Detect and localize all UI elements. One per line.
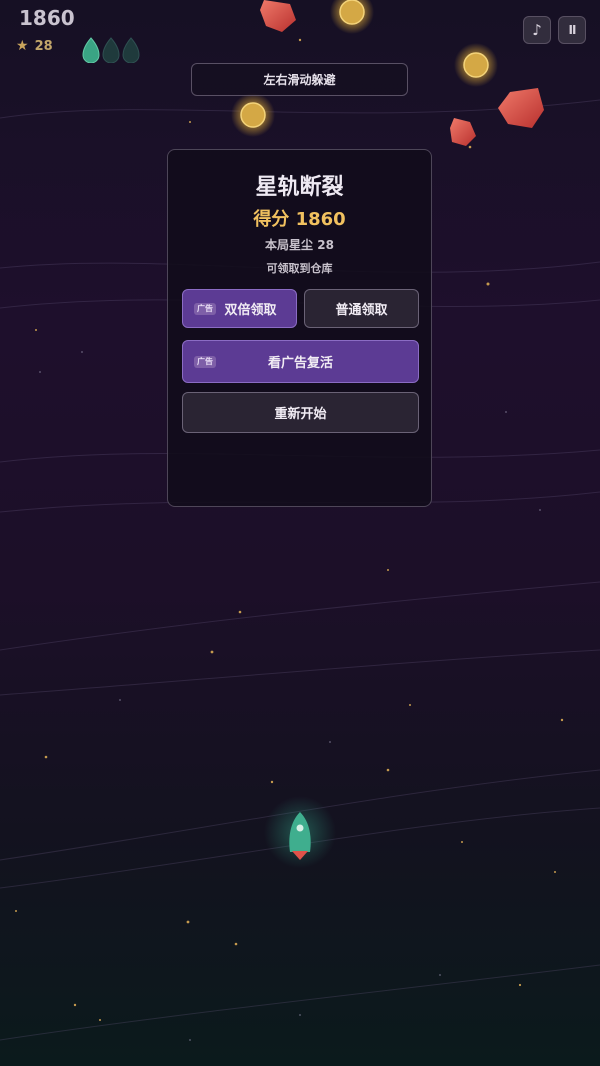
coin-icon [231, 93, 275, 137]
round-stardust: 本局星尘 28 [265, 238, 334, 252]
music-button[interactable]: ♪ [523, 16, 551, 44]
score-display: 1860 [19, 6, 75, 30]
asteroid-icon [498, 88, 544, 128]
asteroid-icon [450, 118, 476, 146]
double-claim-label: 双倍领取 [224, 303, 277, 318]
panel-title: 星轨断裂 [255, 175, 344, 200]
final-score: 得分 1860 [253, 209, 346, 230]
coin-icon [330, 0, 374, 34]
restart-button[interactable]: 重新开始 [182, 392, 419, 433]
player-ship-icon [264, 796, 336, 868]
pause-icon: II [568, 23, 577, 37]
restart-label: 重新开始 [274, 407, 327, 422]
lives-indicator [82, 37, 140, 63]
music-icon: ♪ [532, 21, 542, 39]
normal-claim-button[interactable]: 普通领取 [304, 289, 419, 328]
ad-badge: 广告 [194, 356, 216, 368]
asteroid-icon [260, 0, 296, 32]
ad-badge: 广告 [194, 303, 216, 315]
revive-button[interactable]: 广告 看广告复活 [182, 340, 419, 383]
coin-icon [454, 43, 498, 87]
revive-label: 看广告复活 [267, 356, 333, 371]
game-over-panel: 星轨断裂 得分 1860 本局星尘 28 可领取到仓库 广告 双倍领取 普通领取… [167, 149, 432, 507]
normal-claim-label: 普通领取 [335, 303, 388, 318]
life-drop-icon [122, 37, 140, 63]
pause-button[interactable]: II [558, 16, 586, 44]
stardust-counter: ★ 28 [16, 38, 53, 54]
claim-note: 可领取到仓库 [266, 262, 333, 275]
swipe-hint: 左右滑动躲避 [191, 63, 408, 96]
life-drop-icon [82, 37, 100, 63]
life-drop-icon [102, 37, 120, 63]
stardust-count: 28 [34, 38, 53, 54]
star-icon: ★ [16, 38, 29, 54]
double-claim-button[interactable]: 广告 双倍领取 [182, 289, 297, 328]
